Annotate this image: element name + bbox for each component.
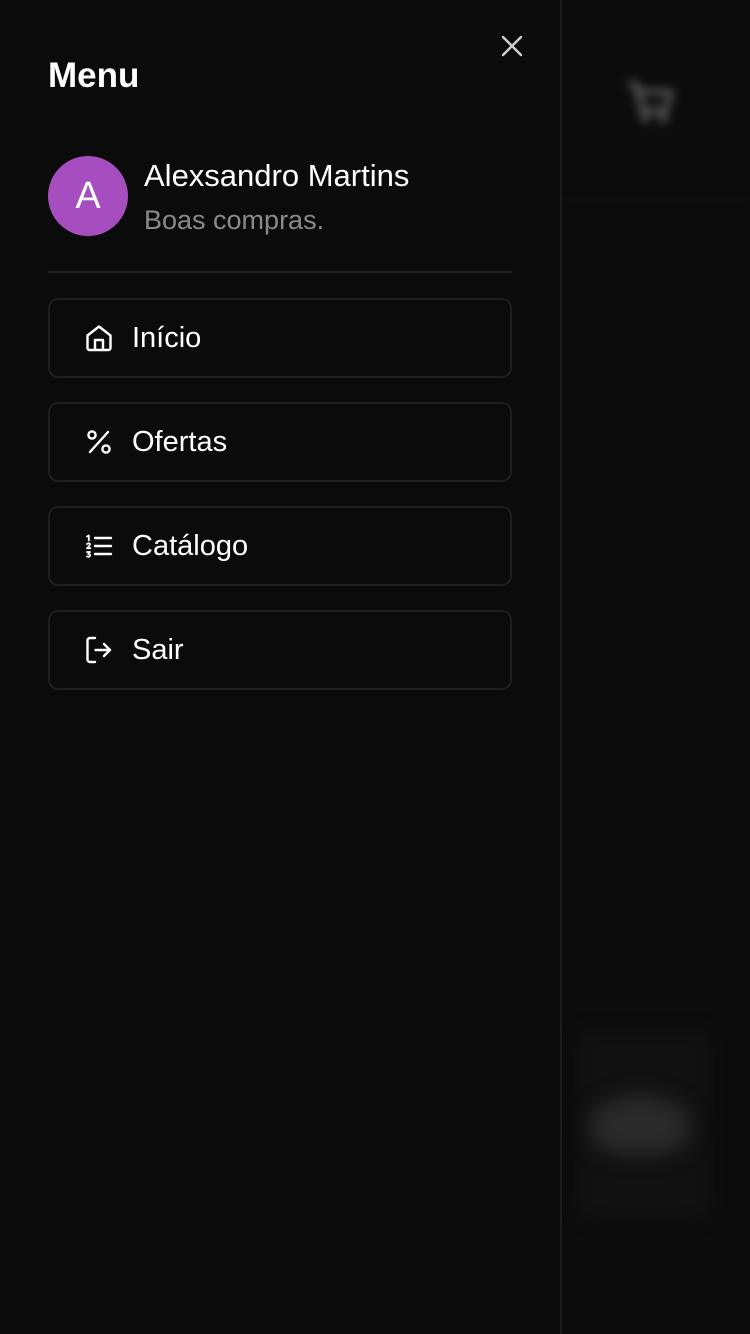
menu-item-home[interactable]: Início [48,298,512,378]
menu-item-offers[interactable]: Ofertas [48,402,512,482]
percent-icon [82,425,116,459]
menu-title: Menu [48,56,140,95]
profile-divider [48,271,512,273]
side-menu-drawer: Menu A Alexsandro Martins Boas compras. [0,0,562,1334]
close-icon [500,34,524,63]
background-product-image [590,1095,690,1155]
close-button[interactable] [494,30,530,66]
menu-item-logout[interactable]: Sair [48,610,512,690]
menu-item-label: Ofertas [132,426,228,458]
cart-icon [624,78,676,126]
avatar-initial: A [75,175,101,217]
avatar: A [48,156,128,236]
home-icon [82,321,116,355]
list-icon [82,529,116,563]
user-name: Alexsandro Martins [144,158,410,193]
menu-item-label: Início [132,322,202,354]
user-greeting: Boas compras. [144,205,325,235]
user-profile: A Alexsandro Martins Boas compras. [48,156,512,236]
background-header-divider [562,198,750,200]
app-screen: Menu A Alexsandro Martins Boas compras. [0,0,750,1334]
menu-item-catalog[interactable]: Catálogo [48,506,512,586]
logout-icon [82,633,116,667]
menu-item-label: Sair [132,634,184,666]
menu-item-label: Catálogo [132,530,249,562]
